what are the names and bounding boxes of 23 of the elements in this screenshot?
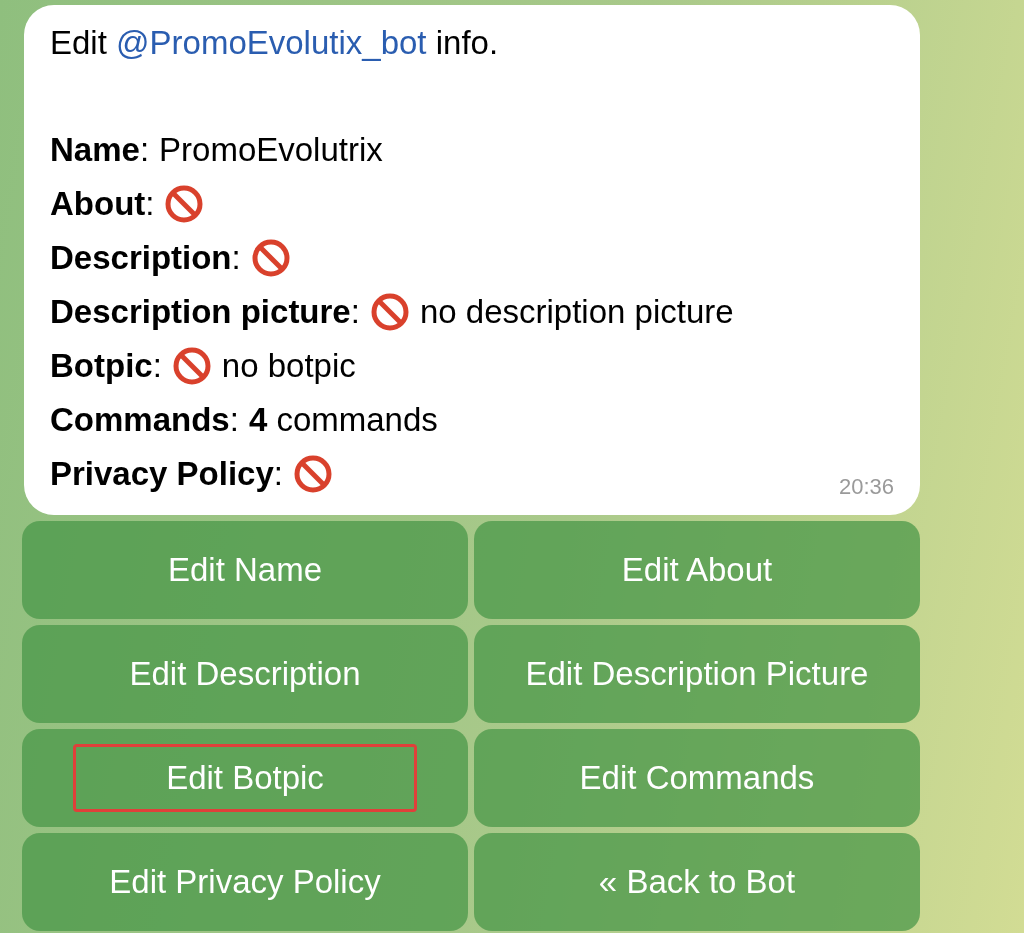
field-label: Description picture:: [50, 292, 360, 332]
field-label: About:: [50, 184, 155, 224]
keyboard-button[interactable]: Edit Privacy Policy: [22, 833, 468, 931]
field-label: Botpic:: [50, 346, 162, 386]
field-value: PromoEvolutrix: [159, 130, 383, 170]
keyboard-button[interactable]: Edit Description Picture: [474, 625, 920, 723]
keyboard-button[interactable]: Edit Description: [22, 625, 468, 723]
field-value: 4 commands: [248, 400, 438, 440]
keyboard-button[interactable]: « Back to Bot: [474, 833, 920, 931]
message-time: 20:36: [838, 473, 894, 501]
field-label: Name:: [50, 130, 150, 170]
intro-text: Edit @PromoEvolutix_bot info.: [50, 23, 500, 63]
keyboard-button[interactable]: Edit Commands: [474, 729, 920, 827]
field-label: Commands:: [50, 400, 239, 440]
keyboard-button[interactable]: Edit Name: [22, 521, 468, 619]
field-value: no description picture: [419, 292, 734, 332]
field-label: Privacy Policy:: [50, 454, 283, 494]
field-value: no botpic: [221, 346, 356, 386]
keyboard-button[interactable]: Edit Botpic: [22, 729, 468, 827]
field-label: Description:: [50, 238, 241, 278]
keyboard-button[interactable]: Edit About: [474, 521, 920, 619]
mention-link[interactable]: @PromoEvolutix_bot: [116, 24, 427, 61]
highlight-frame: Edit Botpic: [73, 744, 417, 812]
